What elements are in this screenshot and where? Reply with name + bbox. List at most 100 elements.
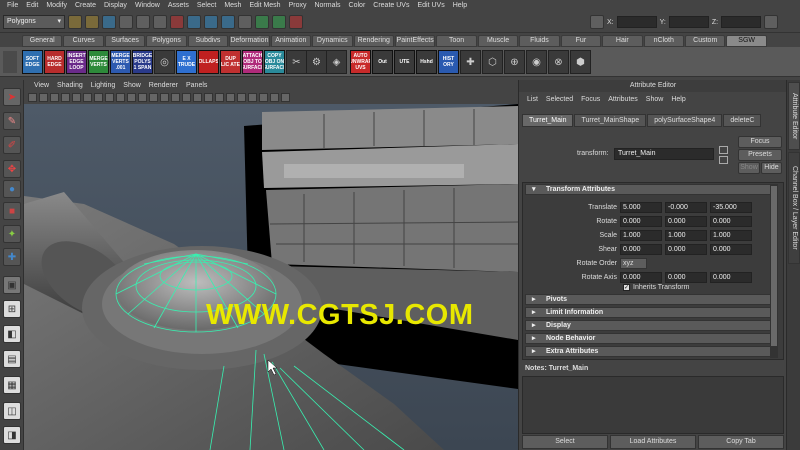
panel-menu-renderer[interactable]: Renderer xyxy=(145,82,182,89)
gate-mask-icon[interactable] xyxy=(105,93,114,102)
smooth-wire-icon[interactable] xyxy=(259,93,268,102)
ae-menu-show[interactable]: Show xyxy=(642,94,668,106)
tab-channel-box[interactable]: Channel Box / Layer Editor xyxy=(788,152,800,264)
shelf-button-10[interactable]: COPY OBJ ON SURFACE xyxy=(264,50,285,74)
select-object-icon[interactable] xyxy=(136,14,150,29)
ae-tab-2[interactable]: polySurfaceShape4 xyxy=(647,114,723,127)
safe-action-icon[interactable] xyxy=(127,93,136,102)
film-gate-icon[interactable] xyxy=(83,93,92,102)
menu-display[interactable]: Display xyxy=(100,0,131,11)
ae-menu-list[interactable]: List xyxy=(523,94,542,106)
select-component-icon[interactable] xyxy=(153,14,167,29)
shelf-tool-2-icon[interactable]: ⚙ xyxy=(306,50,327,74)
shelf-tab-deformation[interactable]: Deformation xyxy=(229,35,270,47)
focus-button[interactable]: Focus xyxy=(738,136,782,148)
transform-mode-icon[interactable] xyxy=(590,15,604,29)
layout-side-icon[interactable]: ◧ xyxy=(3,325,21,343)
attribute-scrollbar[interactable] xyxy=(770,184,778,358)
menu-mesh[interactable]: Mesh xyxy=(220,0,245,11)
shelf-tab-polygons[interactable]: Polygons xyxy=(146,35,187,47)
attr-rotate-x[interactable]: 0.000 xyxy=(620,216,662,227)
shelf-tool-3-icon[interactable]: ◈ xyxy=(326,50,347,74)
x-field[interactable] xyxy=(616,16,657,28)
shelf-button-2[interactable]: INSERT EDGE LOOP xyxy=(66,50,87,74)
panel-menu-shading[interactable]: Shading xyxy=(53,82,87,89)
xray-icon[interactable] xyxy=(226,93,235,102)
shelf-tool-7-icon[interactable]: ◉ xyxy=(526,50,547,74)
go-input-icon[interactable] xyxy=(719,146,728,154)
shelf-tab-surfaces[interactable]: Surfaces xyxy=(104,35,146,47)
ipr-render-icon[interactable] xyxy=(272,14,286,29)
shelf-tab-custom[interactable]: Custom xyxy=(685,35,726,47)
menu-edit-uvs[interactable]: Edit UVs xyxy=(413,0,448,11)
isolate-icon[interactable] xyxy=(215,93,224,102)
shelf-tool-1-icon[interactable]: ✂ xyxy=(286,50,307,74)
shelf-button-13[interactable]: UTE xyxy=(394,50,415,74)
hide-button[interactable]: Hide xyxy=(761,162,782,174)
menu-create-uvs[interactable]: Create UVs xyxy=(369,0,413,11)
layout-persp-icon[interactable]: ▤ xyxy=(3,350,21,368)
section-extra-attributes[interactable]: Extra Attributes xyxy=(525,346,775,357)
menu-file[interactable]: File xyxy=(3,0,22,11)
shelf-tab-toon[interactable]: Toon xyxy=(436,35,477,47)
tab-attribute-editor[interactable]: Attribute Editor xyxy=(788,82,800,150)
shelf-tab-fur[interactable]: Fur xyxy=(560,35,602,47)
layout-outliner-icon[interactable]: ▦ xyxy=(3,376,21,394)
camera-attr-icon[interactable] xyxy=(39,93,48,102)
shelf-tab-hair[interactable]: Hair xyxy=(602,35,643,47)
rotate-axis-z[interactable]: 0.000 xyxy=(710,272,752,283)
shelf-button-8[interactable]: DUP LIC ATE xyxy=(220,50,241,74)
shelf-button-3[interactable]: MERGE VERTS xyxy=(88,50,109,74)
rotate-tool-icon[interactable]: ● xyxy=(3,180,21,198)
shelf-tab-painteffects[interactable]: PaintEffects xyxy=(394,35,436,47)
ae-tab-0[interactable]: Turret_Main xyxy=(522,114,574,127)
resolution-gate-icon[interactable] xyxy=(94,93,103,102)
toggle-panel-icon[interactable] xyxy=(764,15,779,29)
attr-scale-z[interactable]: 1.000 xyxy=(710,230,752,241)
load-attributes-button[interactable]: Load Attributes xyxy=(610,435,696,449)
select-hierarchy-icon[interactable] xyxy=(119,14,133,29)
shadows-icon[interactable] xyxy=(204,93,213,102)
ae-tab-1[interactable]: Turret_MainShape xyxy=(574,114,647,127)
attr-shear-y[interactable]: 0.000 xyxy=(665,244,707,255)
render-icon[interactable] xyxy=(255,14,269,29)
open-scene-icon[interactable] xyxy=(85,14,99,29)
menu-help[interactable]: Help xyxy=(449,0,471,11)
menu-normals[interactable]: Normals xyxy=(310,0,344,11)
menu-select[interactable]: Select xyxy=(193,0,220,11)
shelf-tool-0-icon[interactable]: ◎ xyxy=(154,50,175,74)
shelf-button-9[interactable]: ATTACH OBJ TO SURFACE xyxy=(242,50,263,74)
transform-name-field[interactable]: Turret_Main xyxy=(614,148,714,160)
cube-view-icon[interactable] xyxy=(281,93,290,102)
snap-grid-icon[interactable] xyxy=(187,14,201,29)
safe-title-icon[interactable] xyxy=(138,93,147,102)
shelf-button-14[interactable]: Hshd xyxy=(416,50,437,74)
panel-menu-lighting[interactable]: Lighting xyxy=(87,82,120,89)
section-transform-attributes[interactable]: Transform Attributes xyxy=(525,184,775,195)
bookmark-icon[interactable] xyxy=(50,93,59,102)
select-tool-icon[interactable]: ➤ xyxy=(3,88,21,106)
menu-window[interactable]: Window xyxy=(131,0,164,11)
rotate-axis-x[interactable]: 0.000 xyxy=(620,272,662,283)
menu-create[interactable]: Create xyxy=(71,0,100,11)
shelf-tab-subdivs[interactable]: Subdivs xyxy=(187,35,229,47)
image-plane-icon[interactable] xyxy=(61,93,70,102)
inherits-transform-checkbox[interactable]: ✓ xyxy=(623,284,630,291)
layout-graph-icon[interactable]: ◫ xyxy=(3,402,21,420)
camera-select-icon[interactable] xyxy=(28,93,37,102)
snap-point-icon[interactable] xyxy=(221,14,235,29)
shelf-tool-4-icon[interactable]: ✚ xyxy=(460,50,481,74)
grid-icon[interactable] xyxy=(72,93,81,102)
layout-hypershade-icon[interactable]: ◨ xyxy=(3,426,21,444)
scroll-thumb[interactable] xyxy=(771,186,777,346)
ae-menu-attributes[interactable]: Attributes xyxy=(604,94,642,106)
shelf-tab-muscle[interactable]: Muscle xyxy=(477,35,519,47)
render-settings-icon[interactable] xyxy=(289,14,303,29)
layout-single-icon[interactable]: ▣ xyxy=(3,276,21,294)
notes-textarea[interactable] xyxy=(522,376,784,434)
menu-modify[interactable]: Modify xyxy=(42,0,71,11)
layout-four-icon[interactable]: ⊞ xyxy=(3,300,21,318)
ae-menu-selected[interactable]: Selected xyxy=(542,94,577,106)
shelf-tab-animation[interactable]: Animation xyxy=(270,35,312,47)
shelf-tool-9-icon[interactable]: ⬢ xyxy=(570,50,591,74)
